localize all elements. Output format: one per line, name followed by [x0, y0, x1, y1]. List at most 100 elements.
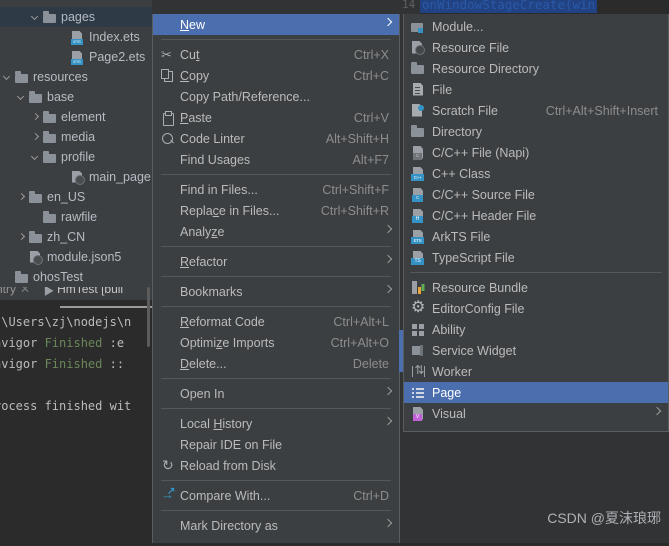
chevron-right-icon[interactable] — [16, 192, 27, 203]
submenu-item-label: Resource File — [432, 40, 510, 55]
menu-item-reload-from-disk[interactable]: Reload from Disk — [153, 455, 399, 476]
submenu-item-scratch-file[interactable]: Scratch File Ctrl+Alt+Shift+Insert — [404, 100, 668, 121]
menu-item-cut[interactable]: Cut Ctrl+X — [153, 44, 399, 65]
compare-icon-slot — [159, 487, 177, 504]
console-tab-bar[interactable]: ntry ✕ HmTest [buil — [0, 287, 152, 300]
menu-item-compare-with[interactable]: Compare With... Ctrl+D — [153, 485, 399, 506]
tree-item-element[interactable]: element — [0, 107, 152, 127]
menu-item-copy[interactable]: Copy Ctrl+C — [153, 65, 399, 86]
tree-item-media[interactable]: media — [0, 127, 152, 147]
menu-item-analyze[interactable]: Analyze — [153, 221, 399, 242]
menu-item-code-linter[interactable]: Code Linter Alt+Shift+H — [153, 128, 399, 149]
menu-item-new[interactable]: New — [153, 14, 399, 35]
project-tree-panel[interactable]: pages Index.ets Page2.ets resources base elem… — [0, 0, 152, 287]
menu-icon-slot — [159, 284, 177, 300]
chevron-down-icon[interactable] — [16, 92, 27, 103]
submenu-item-directory[interactable]: Directory — [404, 121, 668, 142]
chevron-right-icon[interactable] — [30, 132, 41, 143]
chevron-down-icon[interactable] — [30, 12, 41, 23]
submenu-item-label: Scratch File — [432, 103, 498, 118]
context-menu[interactable]: New Cut Ctrl+X Copy Ctrl+C Copy Path/Referenc… — [152, 14, 400, 546]
console-tab-entry[interactable]: ntry ✕ — [0, 287, 30, 296]
tree-item-rawfile[interactable]: rawfile — [0, 207, 152, 227]
tree-item-en-us[interactable]: en_US — [0, 187, 152, 207]
folder-icon — [42, 10, 57, 25]
tree-item-resources[interactable]: resources — [0, 67, 152, 87]
chevron-down-icon[interactable] — [2, 72, 13, 83]
menu-item-mark-directory-as[interactable]: Mark Directory as — [153, 515, 399, 536]
submenu-item-arkts-file[interactable]: ArkTS File — [404, 226, 668, 247]
chevron-right-icon[interactable] — [30, 112, 41, 123]
submenu-item-c-c++-file-napi[interactable]: C/C++ File (Napi) — [404, 142, 668, 163]
menu-item-label: Open In — [180, 386, 225, 401]
submenu-item-label: Worker — [432, 364, 473, 379]
menu-item-paste[interactable]: Paste Ctrl+V — [153, 107, 399, 128]
tree-item-ohostest[interactable]: ohosTest — [0, 267, 152, 287]
submenu-item-typescript-file[interactable]: TypeScript File — [404, 247, 668, 268]
menu-item-replace-in-files[interactable]: Replace in Files... Ctrl+Shift+R — [153, 200, 399, 221]
submenu-item-c-c++-source-file[interactable]: C/C++ Source File — [404, 184, 668, 205]
close-icon[interactable]: ✕ — [20, 287, 30, 296]
menu-item-shortcut: Ctrl+D — [353, 488, 389, 503]
console-tab-hmtest-label: HmTest [buil — [57, 287, 124, 296]
tree-item-zh-cn[interactable]: zh_CN — [0, 227, 152, 247]
submenu-item-ability[interactable]: Ability — [404, 319, 668, 340]
tree-item-page2-ets[interactable]: Page2.ets — [0, 47, 152, 67]
menu-item-reformat-code[interactable]: Reformat Code Ctrl+Alt+L — [153, 311, 399, 332]
watermark: CSDN @夏沫琅琊 — [547, 510, 661, 526]
tree-item-profile[interactable]: profile — [0, 147, 152, 167]
submenu-item-resource-bundle[interactable]: Resource Bundle — [404, 277, 668, 298]
console-tab-hmtest[interactable]: HmTest [buil — [40, 287, 124, 296]
submenu-item-label: EditorConfig File — [432, 301, 525, 316]
cpp-class-icon-slot — [409, 166, 429, 182]
ability-icon — [411, 323, 425, 337]
submenu-item-worker[interactable]: Worker — [404, 361, 668, 382]
submenu-item-file[interactable]: File — [404, 79, 668, 100]
submenu-item-label: Resource Bundle — [432, 280, 528, 295]
tree-item-main-page[interactable]: main_page — [0, 167, 152, 187]
menu-item-copy-path-reference[interactable]: Copy Path/Reference... — [153, 86, 399, 107]
menu-item-delete[interactable]: Delete... Delete — [153, 353, 399, 374]
editor-line-number: 14 — [402, 0, 416, 11]
menu-icon-slot — [159, 416, 177, 432]
menu-item-label: Reformat Code — [180, 314, 265, 329]
menu-item-local-history[interactable]: Local History — [153, 413, 399, 434]
menu-item-refactor[interactable]: Refactor — [153, 251, 399, 272]
page-icon-slot — [409, 385, 429, 401]
submenu-item-page[interactable]: Page — [404, 382, 668, 403]
tree-item-label: zh_CN — [47, 230, 86, 244]
tree-item-module-json5[interactable]: module.json5 — [0, 247, 152, 267]
submenu-item-editorconfig-file[interactable]: EditorConfig File — [404, 298, 668, 319]
tree-item-label: resources — [33, 70, 88, 84]
submenu-item-resource-file[interactable]: Resource File — [404, 37, 668, 58]
copy-icon-slot — [159, 68, 177, 84]
menu-item-bookmarks[interactable]: Bookmarks — [153, 281, 399, 302]
menu-item-find-usages[interactable]: Find Usages Alt+F7 — [153, 149, 399, 170]
submenu-item-c++-class[interactable]: C++ Class — [404, 163, 668, 184]
new-submenu[interactable]: Module... Resource File Resource Directory… — [403, 14, 669, 432]
console-scrollbar[interactable] — [147, 287, 150, 347]
menu-item-label: Local History — [180, 416, 253, 431]
tree-item-index-ets[interactable]: Index.ets — [0, 27, 152, 47]
console-line-1-status: Finished — [44, 336, 103, 350]
folder-icon — [42, 150, 57, 165]
menu-item-find-in-files[interactable]: Find in Files... Ctrl+Shift+F — [153, 179, 399, 200]
menu-icon-slot — [159, 386, 177, 402]
tree-item-pages[interactable]: pages — [0, 7, 152, 27]
editor-code-strip: onWindowStageCreate(win — [420, 0, 669, 14]
folder-icon-slot — [409, 61, 429, 77]
submenu-item-c-c++-header-file[interactable]: C/C++ Header File — [404, 205, 668, 226]
menu-item-repair-ide-on-file[interactable]: Repair IDE on File — [153, 434, 399, 455]
submenu-item-module[interactable]: Module... — [404, 16, 668, 37]
chevron-down-icon[interactable] — [30, 152, 41, 163]
chevron-right-icon[interactable] — [16, 232, 27, 243]
submenu-item-label: Module... — [432, 19, 484, 34]
submenu-item-service-widget[interactable]: Service Widget — [404, 340, 668, 361]
submenu-item-resource-directory[interactable]: Resource Directory — [404, 58, 668, 79]
tree-item-base[interactable]: base — [0, 87, 152, 107]
submenu-item-visual[interactable]: Visual — [404, 403, 668, 424]
console-line-1-prefix: hvigor — [0, 336, 38, 350]
menu-item-open-in[interactable]: Open In — [153, 383, 399, 404]
menu-item-optimize-imports[interactable]: Optimize Imports Ctrl+Alt+O — [153, 332, 399, 353]
console-line-2-status: Finished — [44, 357, 103, 371]
